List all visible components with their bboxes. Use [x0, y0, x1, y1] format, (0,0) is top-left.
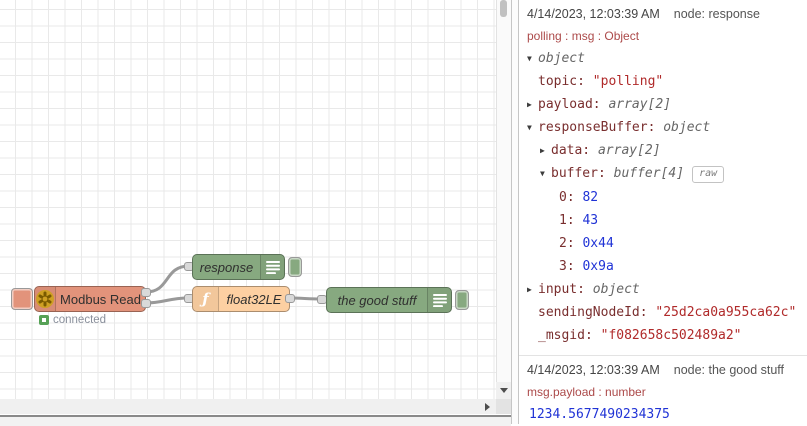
goodstuff-debug-toggle-button[interactable]	[455, 290, 469, 310]
debug-key: 0:	[559, 189, 583, 205]
collapse-arrow-icon[interactable]: ▼	[527, 47, 538, 70]
debug-object-tree: ▼ object topic: "polling" ▶ payload: array[2…	[527, 47, 799, 347]
debug-value: array[2]	[608, 97, 672, 113]
debug-message: 4/14/2023, 12:03:39 AM node: the good stu…	[519, 356, 807, 424]
debug-value: "f082658c502489a2"	[600, 328, 742, 344]
raw-toggle-button[interactable]: raw	[692, 166, 725, 184]
expand-arrow-icon[interactable]: ▶	[527, 278, 538, 301]
workspace-footer	[0, 415, 511, 426]
node-response[interactable]: response	[192, 254, 285, 280]
debug-value: 0x44	[582, 235, 614, 251]
debug-message-header: 4/14/2023, 12:03:39 AM node: the good stu…	[527, 363, 799, 377]
node-float32le[interactable]: ƒ float32LE	[192, 286, 290, 312]
debug-key: buffer:	[551, 166, 614, 182]
debug-key: responseBuffer:	[538, 120, 664, 136]
debug-value: 82	[582, 189, 599, 205]
debug-value: 43	[582, 212, 599, 228]
wires-layer	[144, 264, 324, 305]
debug-value: "25d2ca0a955ca62c"	[655, 305, 797, 321]
debug-list-icon	[427, 288, 451, 312]
debug-sidebar[interactable]: 4/14/2023, 12:03:39 AM node: response pol…	[519, 0, 807, 424]
debug-value: array[2]	[597, 143, 661, 159]
debug-timestamp: 4/14/2023, 12:03:39 AM	[527, 7, 660, 21]
debug-source-node[interactable]: node: the good stuff	[674, 363, 784, 377]
debug-message-path: msg.payload : number	[527, 385, 646, 400]
collapse-arrow-icon[interactable]: ▼	[527, 116, 538, 139]
debug-tree-row: ▶ input: object	[527, 278, 799, 301]
node-modbus-read[interactable]: Modbus Read	[34, 286, 146, 312]
debug-tree-row: ▼ object	[527, 47, 799, 70]
debug-tree-row: 1: 43	[527, 209, 799, 232]
wire-modbus-to-response[interactable]	[144, 264, 191, 294]
collapse-arrow-icon[interactable]: ▼	[540, 162, 551, 185]
debug-payload-value: 1234.5677490234375	[529, 407, 670, 423]
debug-tree-row: ▶ data: array[2]	[527, 139, 799, 162]
modbus-node-button[interactable]	[11, 288, 33, 310]
node-label: float32LE	[226, 291, 282, 307]
node-label: Modbus Read	[60, 291, 141, 307]
node-the-good-stuff[interactable]: the good stuff	[326, 287, 452, 313]
node-label: the good stuff	[337, 292, 417, 308]
debug-tree-row: sendingNodeId: "25d2ca0a955ca62c"	[527, 301, 799, 324]
debug-tree-row: ▼ responseBuffer: object	[527, 116, 799, 139]
debug-key: payload:	[538, 97, 609, 113]
debug-key: topic:	[538, 74, 593, 90]
debug-value: object	[663, 120, 711, 136]
flow-canvas[interactable]: Modbus Read connected response ƒ float32…	[0, 0, 496, 399]
scroll-down-arrow[interactable]	[496, 382, 511, 399]
debug-tree-row: ▶ payload: array[2]	[527, 93, 799, 116]
function-icon: ƒ	[193, 287, 219, 311]
function-output-port[interactable]	[285, 294, 295, 303]
debug-key: 3:	[559, 258, 583, 274]
response-debug-toggle-button[interactable]	[288, 257, 302, 277]
debug-list-icon	[260, 255, 284, 279]
debug-tree-row: 3: 0x9a	[527, 255, 799, 278]
debug-key: 1:	[559, 212, 583, 228]
vertical-scrollbar-thumb[interactable]	[500, 0, 507, 17]
wire-modbus-to-function[interactable]	[144, 296, 191, 305]
debug-key: sendingNodeId:	[538, 305, 656, 321]
sidebar-splitter[interactable]	[511, 0, 519, 424]
debug-tree-row: ▼ buffer: buffer[4] raw	[527, 162, 799, 185]
scroll-right-arrow[interactable]	[479, 399, 496, 414]
debug-message: 4/14/2023, 12:03:39 AM node: response pol…	[519, 0, 807, 357]
debug-key: _msgid:	[538, 328, 601, 344]
debug-timestamp: 4/14/2023, 12:03:39 AM	[527, 363, 660, 378]
debug-key: input:	[538, 281, 593, 297]
debug-message-path: polling : msg : Object	[527, 29, 640, 43]
debug-tree-row: _msgid: "f082658c502489a2"	[527, 324, 799, 347]
debug-tree-row: 0: 82	[527, 186, 799, 209]
node-label: response	[199, 259, 254, 275]
debug-value: object	[592, 281, 640, 297]
debug-value: object	[538, 51, 585, 66]
modbus-icon	[35, 287, 57, 311]
horizontal-scrollbar-track[interactable]	[0, 399, 496, 414]
status-square-icon	[39, 315, 49, 325]
debug-value: buffer[4]	[613, 166, 685, 182]
modbus-output-port-1[interactable]	[141, 288, 151, 297]
debug-source-node[interactable]: node: response	[674, 7, 760, 21]
modbus-output-port-2[interactable]	[141, 299, 151, 308]
debug-key: data:	[551, 143, 598, 159]
modbus-status: connected	[39, 314, 106, 326]
status-text: connected	[53, 314, 107, 326]
debug-tree-row: 2: 0x44	[527, 232, 799, 255]
expand-arrow-icon[interactable]: ▶	[527, 93, 538, 116]
scrollbar-corner	[496, 399, 511, 414]
debug-key: 2:	[559, 235, 583, 251]
vertical-scrollbar-track[interactable]	[496, 0, 511, 399]
debug-tree-row: topic: "polling"	[527, 70, 799, 93]
debug-value: "polling"	[592, 74, 664, 90]
debug-value: 0x9a	[582, 258, 614, 274]
expand-arrow-icon[interactable]: ▶	[540, 139, 551, 162]
debug-message-header: 4/14/2023, 12:03:39 AM node: response	[527, 7, 799, 21]
